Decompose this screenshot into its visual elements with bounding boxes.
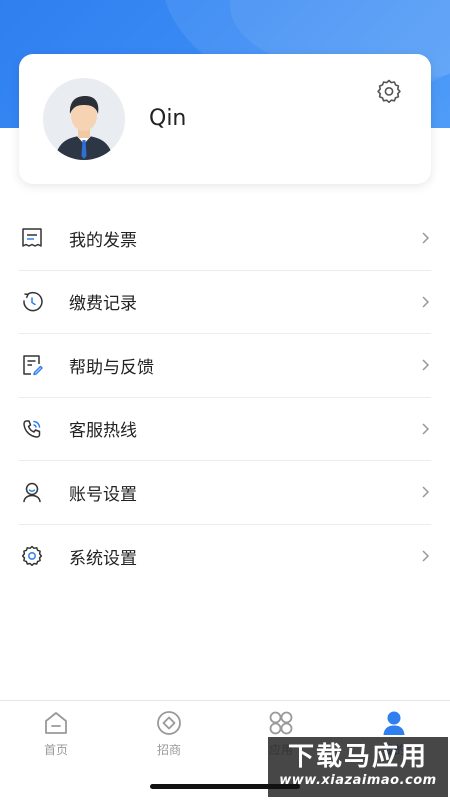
home-indicator: [150, 784, 300, 789]
menu-item-label: 缴费记录: [69, 294, 137, 315]
menu-item-service-hotline[interactable]: 客服热线: [19, 398, 431, 461]
user-icon: [23, 483, 41, 503]
menu-item-label: 账号设置: [69, 484, 137, 505]
gear-icon: [21, 546, 43, 567]
gear-icon: [377, 79, 401, 104]
menu-item-label: 我的发票: [69, 230, 137, 251]
menu-list: 我的发票 缴费记录 帮助与反馈 客服热线 账号设置 系统设置: [0, 207, 450, 588]
tab-label: 首页: [43, 743, 68, 757]
chevron-right-icon: [422, 232, 430, 244]
phone-icon: [23, 420, 41, 438]
tab-investment[interactable]: 招商: [113, 709, 225, 769]
profile-card: Qin: [19, 54, 431, 184]
menu-item-help-feedback[interactable]: 帮助与反馈: [19, 334, 431, 398]
person-icon: [383, 711, 405, 735]
tab-label: 招商: [156, 743, 181, 757]
settings-button[interactable]: [375, 78, 403, 106]
history-icon: [23, 291, 43, 312]
chevron-right-icon: [422, 359, 430, 371]
menu-item-invoices[interactable]: 我的发票: [19, 207, 431, 271]
watermark-title: 下载马应用: [287, 742, 428, 772]
chevron-right-icon: [422, 486, 430, 498]
chevron-right-icon: [422, 422, 430, 435]
invoice-icon: [22, 228, 42, 247]
avatar-person-icon: [43, 78, 125, 160]
feedback-icon: [23, 355, 43, 376]
home-icon: [45, 712, 67, 734]
chevron-right-icon: [422, 295, 430, 308]
chevron-right-icon: [422, 549, 430, 562]
menu-item-payment-history[interactable]: 缴费记录: [19, 271, 431, 334]
menu-item-label: 帮助与反馈: [69, 357, 154, 378]
grid-icon: [269, 711, 293, 735]
tab-home[interactable]: 首页: [0, 709, 112, 769]
menu-item-label: 客服热线: [69, 421, 137, 442]
coin-icon: [157, 711, 181, 735]
avatar[interactable]: [43, 78, 125, 160]
menu-item-label: 系统设置: [69, 548, 137, 569]
username: Qin: [149, 106, 187, 131]
menu-item-account-settings[interactable]: 账号设置: [19, 461, 431, 525]
menu-item-system-settings[interactable]: 系统设置: [19, 525, 431, 589]
